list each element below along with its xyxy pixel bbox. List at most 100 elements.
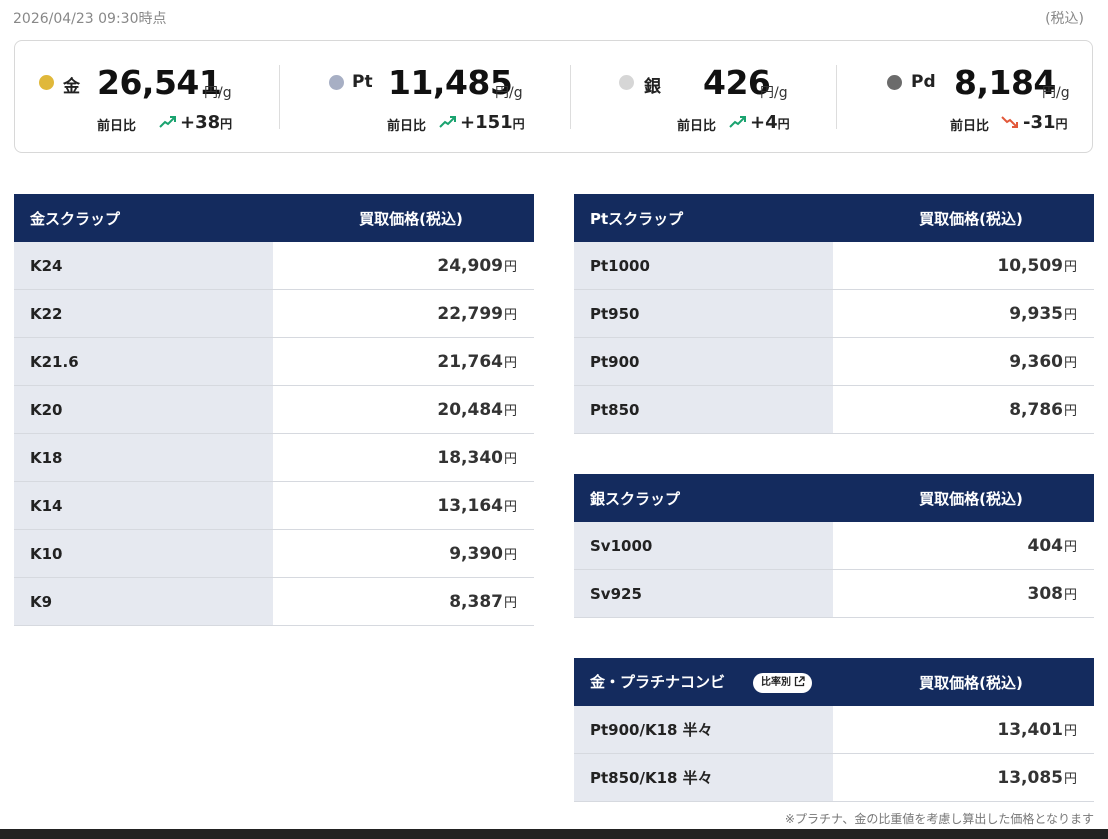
silver-scrap-table: 銀スクラップ 買取価格(税込) Sv1000 404円 Sv925 308円 (574, 474, 1094, 618)
trend-up-icon (439, 116, 456, 128)
change-unit: 円 (777, 117, 790, 131)
row-label: Pt900/K18 半々 (574, 706, 833, 754)
palladium-dot-icon (887, 75, 902, 90)
price-value: 8,387 (449, 591, 503, 612)
header-bar: 2026/04/23 09:30時点 (税込) (13, 8, 1084, 28)
change-unit: 円 (512, 117, 525, 131)
trend-up-icon (159, 116, 176, 128)
combo-title: 金・プラチナコンビ (590, 673, 726, 692)
trend-up-icon (729, 116, 746, 128)
price-unit: 円 (1063, 355, 1077, 371)
row-label: Pt950 (574, 289, 833, 338)
external-link-icon (794, 676, 805, 686)
table-row: K22 22,799円 (14, 289, 534, 338)
price-unit: 円 (1063, 771, 1077, 787)
price-unit: 円 (503, 307, 517, 323)
timestamp: 2026/04/23 09:30時点 (13, 11, 167, 27)
gold-scrap-table: 金スクラップ 買取価格(税込) K24 24,909円 K22 22,799円 K21.… (14, 194, 534, 626)
metal-gold: 金 26,541 円/g 前日比 +38円 (15, 41, 280, 154)
compare-label: 前日比 (950, 119, 990, 134)
price-unit: 円 (503, 547, 517, 563)
row-label: K14 (14, 481, 273, 530)
price-change: +151円 (460, 112, 525, 133)
table-body: Sv1000 404円 Sv925 308円 (574, 522, 1094, 618)
table-body: Pt900/K18 半々 13,401円 Pt850/K18 半々 13,085円 (574, 706, 1094, 802)
table-row: Sv1000 404円 (574, 522, 1094, 570)
price-value: 22,799 (437, 303, 503, 324)
compare-label: 前日比 (387, 119, 427, 134)
row-label: K22 (14, 289, 273, 338)
price-value: 13,085 (997, 767, 1063, 788)
price-unit: 円 (1063, 587, 1077, 603)
price-value: 18,340 (437, 447, 503, 468)
metal-name: 銀 (644, 77, 661, 97)
gold-dot-icon (39, 75, 54, 90)
table-header-row: 金スクラップ 買取価格(税込) (14, 194, 534, 242)
trend-down-icon (1001, 116, 1018, 128)
row-price: 18,340円 (273, 433, 534, 482)
table-row: K20 20,484円 (14, 385, 534, 434)
row-label: Sv925 (574, 569, 833, 618)
table-row: K14 13,164円 (14, 481, 534, 530)
price-unit: 円 (503, 451, 517, 467)
metal-silver: 銀 426 円/g 前日比 +4円 (571, 41, 837, 154)
metal-price-summary: 金 26,541 円/g 前日比 +38円 Pt 11,485 円/g 前日比 … (14, 40, 1093, 153)
row-label: K9 (14, 577, 273, 626)
table-header-row: Ptスクラップ 買取価格(税込) (574, 194, 1094, 242)
price-value: 24,909 (437, 255, 503, 276)
metal-palladium: Pd 8,184 円/g 前日比 -31円 (837, 41, 1093, 154)
metal-price-unit: 円/g (1042, 85, 1070, 101)
price-value: 13,164 (437, 495, 503, 516)
row-label: Pt850/K18 半々 (574, 753, 833, 802)
price-unit: 円 (1063, 259, 1077, 275)
row-price: 10,509円 (833, 242, 1094, 290)
row-label: Sv1000 (574, 522, 833, 570)
row-price: 21,764円 (273, 337, 534, 386)
table-title: 銀スクラップ (574, 474, 833, 522)
row-label: K10 (14, 529, 273, 578)
change-value: +151 (460, 112, 513, 133)
price-unit: 円 (503, 595, 517, 611)
price-change: -31円 (1023, 112, 1068, 133)
table-row: K10 9,390円 (14, 529, 534, 578)
compare-label: 前日比 (97, 119, 137, 134)
price-value: 13,401 (997, 719, 1063, 740)
row-label: K24 (14, 242, 273, 290)
price-value: 10,509 (997, 255, 1063, 276)
footnote: ※プラチナ、金の比重値を考慮し算出した価格となります (784, 812, 1094, 826)
table-row: K18 18,340円 (14, 433, 534, 482)
bottom-bar (0, 829, 1108, 839)
row-price: 13,401円 (833, 706, 1094, 754)
metal-price-unit: 円/g (204, 85, 232, 101)
change-value: +38 (180, 112, 221, 133)
price-value: 404 (1027, 535, 1063, 556)
metal-name: 金 (63, 77, 80, 97)
row-price: 404円 (833, 522, 1094, 570)
row-price: 13,164円 (273, 481, 534, 530)
row-price: 9,935円 (833, 289, 1094, 338)
price-column-header: 買取価格(税込) (833, 474, 1094, 522)
price-value: 20,484 (437, 399, 503, 420)
table-row: K21.6 21,764円 (14, 337, 534, 386)
change-value: +4 (750, 112, 778, 133)
table-row: Sv925 308円 (574, 569, 1094, 618)
price-unit: 円 (1063, 403, 1077, 419)
row-label: Pt850 (574, 385, 833, 434)
row-price: 308円 (833, 569, 1094, 618)
row-price: 8,387円 (273, 577, 534, 626)
ratio-link-button[interactable]: 比率別 (753, 672, 813, 693)
price-unit: 円 (1063, 307, 1077, 323)
price-column-header: 買取価格(税込) (833, 194, 1094, 242)
price-value: 9,360 (1009, 351, 1063, 372)
price-column-header: 買取価格(税込) (273, 194, 534, 242)
price-value: 8,786 (1009, 399, 1063, 420)
table-row: Pt850/K18 半々 13,085円 (574, 753, 1094, 802)
gold-platinum-combo-table: 金・プラチナコンビ 比率別 買取価格(税込) Pt900/K18 半々 13,401… (574, 658, 1094, 802)
table-row: Pt900/K18 半々 13,401円 (574, 706, 1094, 754)
table-header-row: 金・プラチナコンビ 比率別 買取価格(税込) (574, 658, 1094, 706)
table-title: Ptスクラップ (574, 194, 833, 242)
tax-note: (税込) (1045, 11, 1084, 27)
price-unit: 円 (1063, 723, 1077, 739)
compare-label: 前日比 (677, 119, 717, 134)
table-row: Pt900 9,360円 (574, 337, 1094, 386)
